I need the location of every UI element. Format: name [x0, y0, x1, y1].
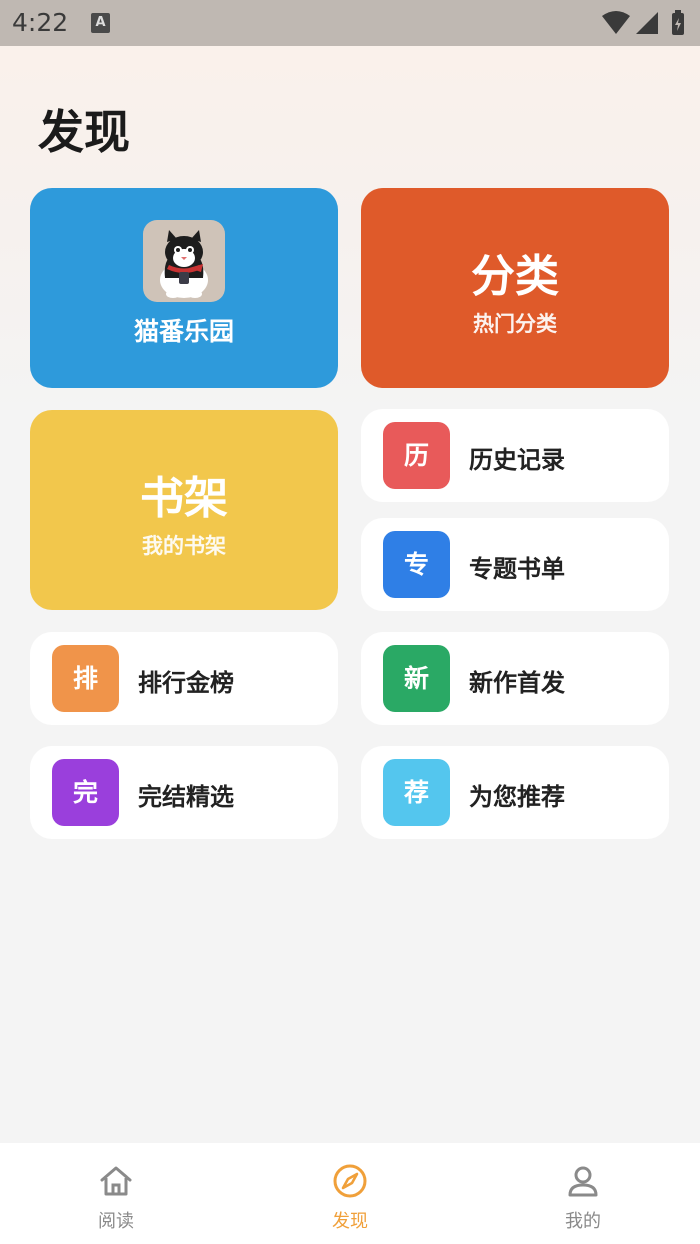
completed-label: 完结精选 — [138, 783, 234, 811]
category-card[interactable]: 分类 热门分类 — [361, 188, 669, 388]
topic-badge: 专 — [383, 531, 450, 598]
battery-icon — [672, 10, 684, 35]
home-icon — [100, 1166, 132, 1196]
tile-ranking[interactable]: 排 排行金榜 — [30, 632, 338, 725]
status-icons — [600, 10, 688, 36]
status-time: 4:22 — [12, 8, 69, 37]
new-badge: 新 — [383, 645, 450, 712]
wifi-icon — [602, 11, 630, 34]
nav-read-label: 阅读 — [98, 1211, 134, 1232]
bookshelf-card[interactable]: 书架 我的书架 — [30, 410, 338, 610]
recommend-badge: 荐 — [383, 759, 450, 826]
page-title: 发现 — [38, 105, 130, 159]
ranking-label: 排行金榜 — [138, 669, 234, 697]
person-icon — [568, 1166, 598, 1197]
cats-park-card[interactable]: 猫番乐园 — [30, 188, 338, 388]
tile-topic-lists[interactable]: 专 专题书单 — [361, 518, 669, 611]
nav-mine[interactable]: 我的 — [523, 1143, 643, 1244]
compass-icon — [333, 1164, 367, 1198]
cat-avatar — [143, 220, 225, 302]
completed-badge: 完 — [52, 759, 119, 826]
signal-icon — [636, 12, 658, 34]
recommend-label: 为您推荐 — [469, 783, 565, 811]
tile-recommend[interactable]: 荐 为您推荐 — [361, 746, 669, 839]
nav-read[interactable]: 阅读 — [56, 1143, 176, 1244]
tile-history[interactable]: 历 历史记录 — [361, 409, 669, 502]
cats-park-label: 猫番乐园 — [133, 317, 234, 346]
topic-label: 专题书单 — [469, 555, 565, 583]
nav-mine-label: 我的 — [565, 1211, 601, 1232]
bookshelf-subtitle: 我的书架 — [142, 534, 226, 558]
nav-discover-label: 发现 — [332, 1211, 368, 1232]
tile-completed[interactable]: 完 完结精选 — [30, 746, 338, 839]
tile-new-releases[interactable]: 新 新作首发 — [361, 632, 669, 725]
accessibility-a-icon: A — [91, 13, 110, 33]
status-bar: 4:22 A — [0, 0, 700, 46]
bookshelf-title: 书架 — [140, 473, 228, 524]
bottom-nav: 阅读 发现 我的 — [0, 1143, 700, 1244]
history-label: 历史记录 — [469, 446, 565, 474]
nav-discover[interactable]: 发现 — [290, 1143, 410, 1244]
history-badge: 历 — [383, 422, 450, 489]
new-label: 新作首发 — [469, 669, 565, 697]
category-subtitle: 热门分类 — [473, 312, 557, 336]
ranking-badge: 排 — [52, 645, 119, 712]
category-title: 分类 — [471, 251, 559, 302]
